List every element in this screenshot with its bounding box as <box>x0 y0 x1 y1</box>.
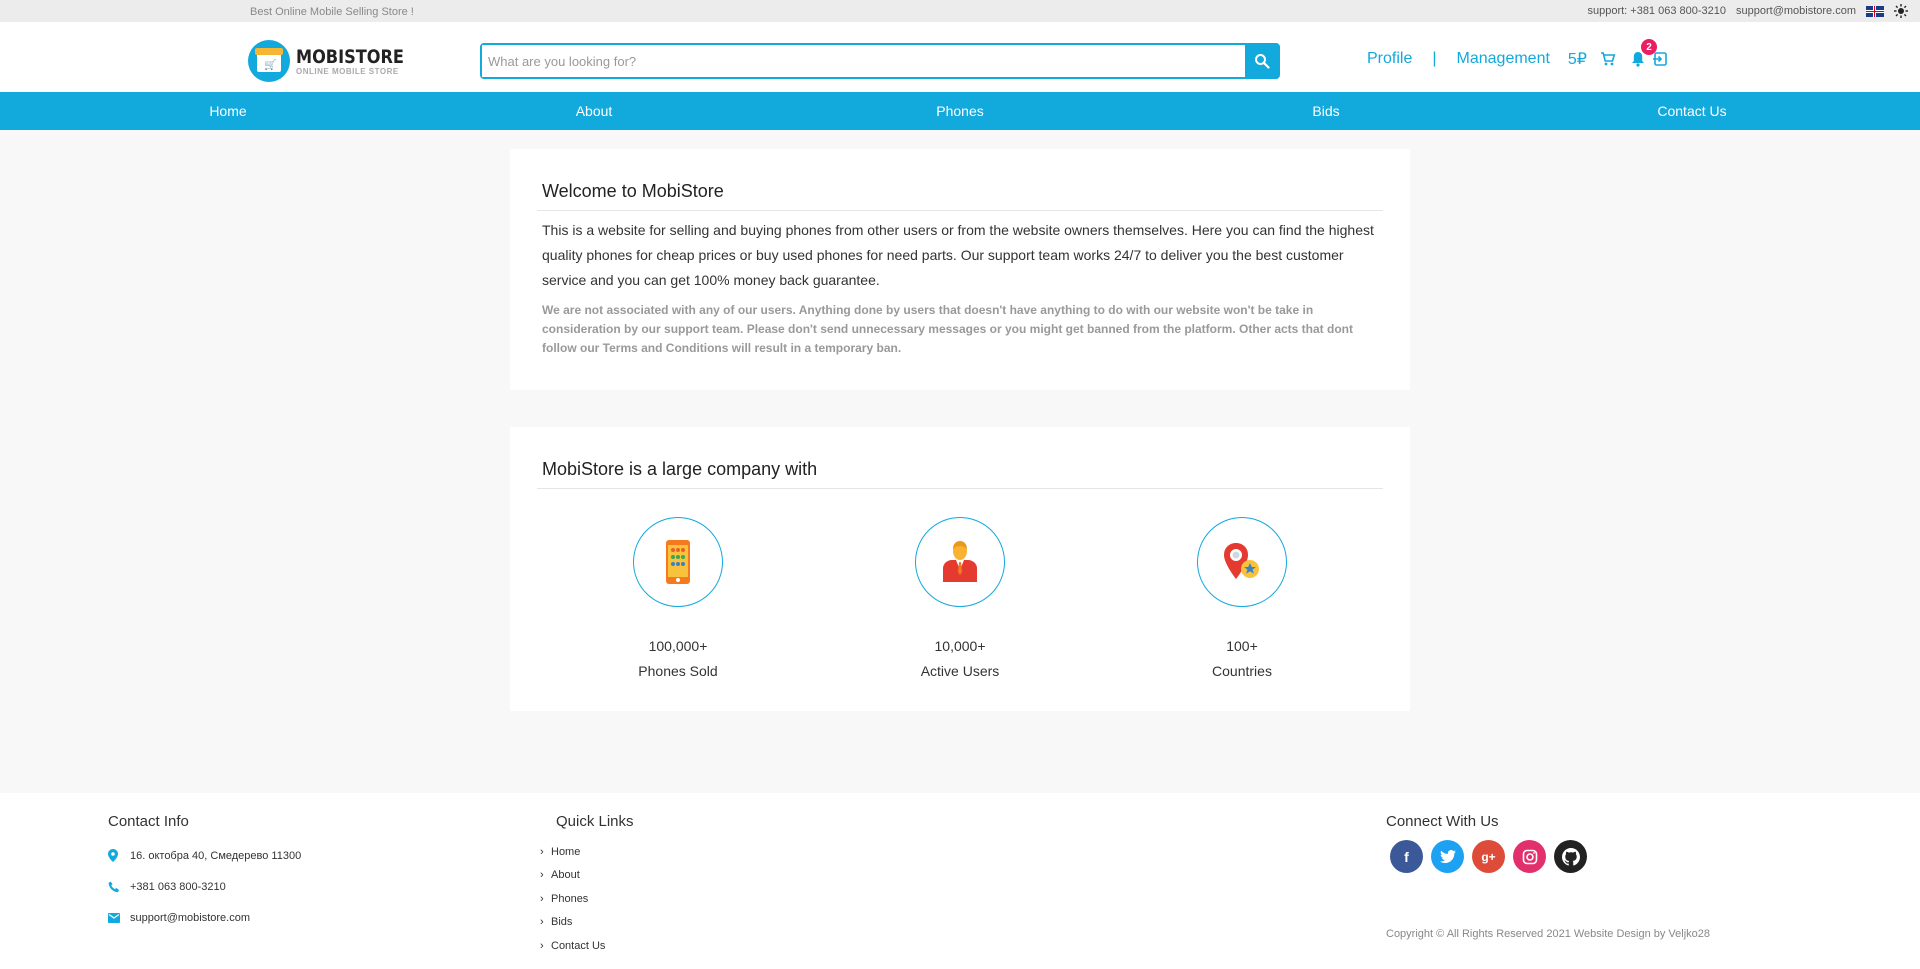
stat-label: Countries <box>1212 663 1272 679</box>
support-email[interactable]: support@mobistore.com <box>1736 5 1856 17</box>
chevron-right-icon: › <box>540 939 544 952</box>
link-label: Home <box>551 845 581 858</box>
stat-value: 10,000+ <box>934 638 986 654</box>
link-label: About <box>551 869 580 882</box>
footer-link-home[interactable]: › Home <box>540 840 634 864</box>
phone-text[interactable]: +381 063 800-3210 <box>130 881 226 893</box>
logo-name: MOBISTORE <box>296 45 404 68</box>
chevron-right-icon: › <box>540 892 544 905</box>
footer-link-bids[interactable]: › Bids <box>540 911 634 935</box>
phone-icon <box>666 540 690 584</box>
header: 🛒 MOBISTORE ONLINE MOBILE STORE Profile … <box>0 22 1920 92</box>
instagram-icon[interactable] <box>1513 840 1546 873</box>
location-icon <box>1224 543 1259 579</box>
footer-contact: Contact Info 16. октобра 40, Смедерево 1… <box>108 813 301 933</box>
user-nav: Profile | Management 5₽ 2 <box>1367 39 1669 69</box>
store-logo-icon: 🛒 <box>248 40 290 82</box>
company-title: MobiStore is a large company with <box>537 459 1383 489</box>
user-icon <box>943 541 977 582</box>
theme-toggle-icon[interactable] <box>1894 4 1908 18</box>
footer-link-phones[interactable]: › Phones <box>540 887 634 911</box>
logo-subtitle: ONLINE MOBILE STORE <box>296 66 399 76</box>
link-label: Contact Us <box>551 939 606 952</box>
nav-contact-us[interactable]: Contact Us <box>1657 103 1726 119</box>
stat-phones-sold: 100,000+ Phones Sold <box>578 517 778 679</box>
main-nav: Home About Phones Bids Contact Us <box>0 92 1920 130</box>
search-button[interactable] <box>1245 45 1278 77</box>
footer-link-contact-us[interactable]: › Contact Us <box>540 934 634 958</box>
cart-icon[interactable] <box>1599 50 1617 68</box>
nav-home[interactable]: Home <box>209 103 246 119</box>
footer-quick-links: Quick Links › Home › About › Phones › Bids ›… <box>540 813 634 958</box>
link-label: Bids <box>551 916 573 929</box>
search-bar <box>480 43 1280 79</box>
contact-address: 16. октобра 40, Смедерево 11300 <box>108 840 301 871</box>
chevron-right-icon: › <box>540 869 544 882</box>
nav-separator: | <box>1432 50 1437 67</box>
nav-phones[interactable]: Phones <box>936 103 983 119</box>
welcome-note: We are not associated with any of our us… <box>542 303 1354 355</box>
phone-icon <box>108 881 130 893</box>
map-pin-icon <box>108 849 130 862</box>
footer: Contact Info 16. октобра 40, Смедерево 1… <box>0 793 1920 969</box>
logout-icon[interactable] <box>1651 50 1669 68</box>
email-text[interactable]: support@mobistore.com <box>130 912 250 924</box>
uk-flag-icon[interactable] <box>1866 5 1884 17</box>
links-title: Quick Links <box>556 813 634 830</box>
tagline: Best Online Mobile Selling Store ! <box>250 6 414 18</box>
search-input[interactable] <box>482 45 1245 77</box>
github-icon[interactable] <box>1554 840 1587 873</box>
contact-phone: +381 063 800-3210 <box>108 871 301 902</box>
nav-bids[interactable]: Bids <box>1312 103 1339 119</box>
twitter-icon[interactable] <box>1431 840 1464 873</box>
welcome-body: This is a website for selling and buying… <box>542 222 1374 288</box>
welcome-title: Welcome to MobiStore <box>537 181 1383 211</box>
stats-row: 100,000+ Phones Sold 10,000+ Active User… <box>542 489 1378 689</box>
link-label: Phones <box>551 892 589 905</box>
search-icon <box>1254 54 1270 69</box>
mail-icon <box>108 912 130 923</box>
stat-value: 100+ <box>1226 638 1258 654</box>
connect-title: Connect With Us <box>1386 813 1499 830</box>
footer-connect: Connect With Us f g+ <box>1386 813 1587 873</box>
contact-email: support@mobistore.com <box>108 902 301 933</box>
welcome-card: Welcome to MobiStore This is a website f… <box>510 149 1410 390</box>
footer-link-about[interactable]: › About <box>540 864 634 888</box>
top-info-bar: Best Online Mobile Selling Store ! suppo… <box>0 0 1920 22</box>
profile-link[interactable]: Profile <box>1367 50 1412 68</box>
google-plus-icon[interactable]: g+ <box>1472 840 1505 873</box>
social-links: f g+ <box>1390 840 1587 873</box>
company-card: MobiStore is a large company with 100,00… <box>510 427 1410 711</box>
facebook-icon[interactable]: f <box>1390 840 1423 873</box>
logo[interactable]: 🛒 MOBISTORE ONLINE MOBILE STORE <box>248 40 423 82</box>
chevron-right-icon: › <box>540 845 544 858</box>
notification-bell-icon[interactable]: 2 <box>1629 39 1657 68</box>
stat-label: Active Users <box>920 663 1000 679</box>
stat-label: Phones Sold <box>638 663 718 679</box>
contact-title: Contact Info <box>108 813 189 830</box>
stat-active-users: 10,000+ Active Users <box>860 517 1060 679</box>
management-link[interactable]: Management <box>1457 50 1550 68</box>
copyright: Copyright © All Rights Reserved 2021 Web… <box>1386 928 1711 940</box>
nav-about[interactable]: About <box>576 103 613 119</box>
address-text: 16. октобра 40, Смедерево 11300 <box>130 849 302 862</box>
stat-countries: 100+ Countries <box>1142 517 1342 679</box>
support-phone: support: +381 063 800-3210 <box>1587 5 1726 17</box>
coins-balance[interactable]: 5₽ <box>1568 49 1587 69</box>
chevron-right-icon: › <box>540 916 544 929</box>
stat-value: 100,000+ <box>648 638 708 654</box>
